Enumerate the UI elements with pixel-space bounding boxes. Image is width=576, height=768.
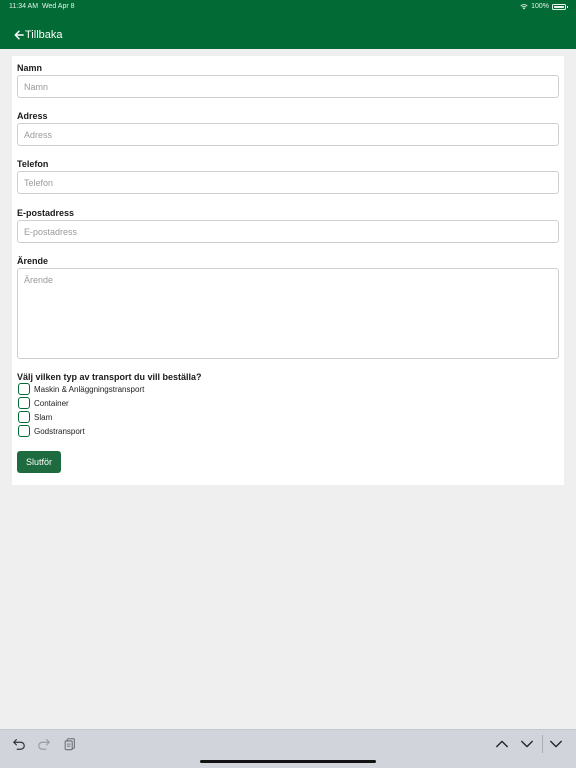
option-label: Maskin & Anläggningstransport [34, 384, 145, 394]
back-label: Tillbaka [25, 29, 63, 41]
checkbox-godstransport[interactable] [18, 425, 30, 437]
chevron-down-icon[interactable] [520, 737, 534, 751]
status-date: Wed Apr 8 [41, 3, 75, 10]
option-label: Slam [34, 412, 53, 422]
clipboard-icon[interactable] [63, 737, 77, 751]
redo-icon[interactable] [37, 737, 51, 751]
subject-label: Ärende [17, 256, 49, 266]
contact-form: Namn Adress Telefon E-postadress Ärende … [12, 56, 564, 485]
toolbar-separator [542, 735, 543, 753]
email-input[interactable] [17, 220, 559, 243]
email-label: E-postadress [17, 208, 75, 218]
chevron-up-icon[interactable] [495, 737, 509, 751]
checkbox-maskin[interactable] [18, 383, 30, 395]
subject-textarea[interactable] [17, 268, 559, 359]
battery-icon [552, 3, 568, 10]
option-slam[interactable]: Slam [18, 411, 52, 423]
option-label: Godstransport [34, 426, 85, 436]
back-button[interactable]: Tillbaka [14, 27, 63, 43]
app-header: 11:34 AM Wed Apr 8 100% Tillbaka [0, 0, 576, 49]
name-input[interactable] [17, 75, 559, 98]
option-label: Container [34, 398, 69, 408]
phone-label: Telefon [17, 159, 49, 169]
status-time: 11:34 AM [9, 3, 39, 10]
undo-icon[interactable] [12, 737, 26, 751]
arrow-left-icon [14, 30, 24, 40]
address-label: Adress [17, 111, 48, 121]
transport-question: Välj vilken typ av transport du vill bes… [17, 372, 202, 382]
name-label: Namn [17, 63, 43, 73]
checkbox-slam[interactable] [18, 411, 30, 423]
home-indicator[interactable] [200, 760, 376, 763]
option-maskin[interactable]: Maskin & Anläggningstransport [18, 383, 144, 395]
option-container[interactable]: Container [18, 397, 69, 409]
checkbox-container[interactable] [18, 397, 30, 409]
battery-percent: 100% [531, 3, 549, 10]
status-bar: 11:34 AM Wed Apr 8 100% [0, 0, 576, 14]
wifi-icon [520, 3, 528, 9]
phone-input[interactable] [17, 171, 559, 194]
submit-button[interactable]: Slutför [17, 451, 61, 473]
dismiss-keyboard-icon[interactable] [549, 737, 563, 751]
address-input[interactable] [17, 123, 559, 146]
option-godstransport[interactable]: Godstransport [18, 425, 85, 437]
